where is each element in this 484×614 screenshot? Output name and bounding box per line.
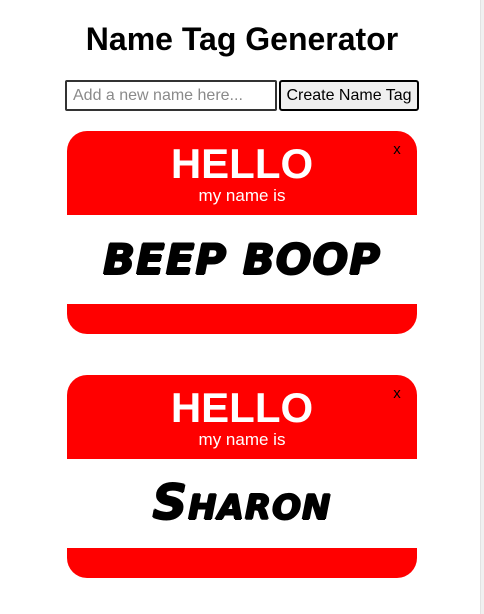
tag-name-area: Beep Boop xyxy=(67,215,417,304)
name-input[interactable] xyxy=(65,80,277,111)
tag-name-text: Beep Boop xyxy=(102,235,381,284)
tag-close-button[interactable]: x xyxy=(389,385,405,403)
tag-subtitle: my name is xyxy=(198,186,286,205)
tag-name-text: Sharon xyxy=(152,475,332,531)
tag-name-area: Sharon xyxy=(67,459,417,548)
create-name-tag-button[interactable]: Create Name Tag xyxy=(279,80,419,111)
tag-close-button[interactable]: x xyxy=(389,141,405,159)
page: Name Tag Generator Create Name Tag HELLO… xyxy=(0,0,484,614)
name-tag: HELLO my name is x Beep Boop xyxy=(67,131,417,334)
tag-hello-heading: HELLO xyxy=(170,384,314,431)
name-tag: HELLO my name is x Sharon xyxy=(67,375,417,578)
tag-hello-heading: HELLO xyxy=(170,140,314,187)
page-title: Name Tag Generator xyxy=(85,21,399,57)
scrollbar-edge[interactable] xyxy=(480,0,484,614)
name-form: Create Name Tag xyxy=(65,80,419,111)
tag-subtitle: my name is xyxy=(198,430,286,449)
